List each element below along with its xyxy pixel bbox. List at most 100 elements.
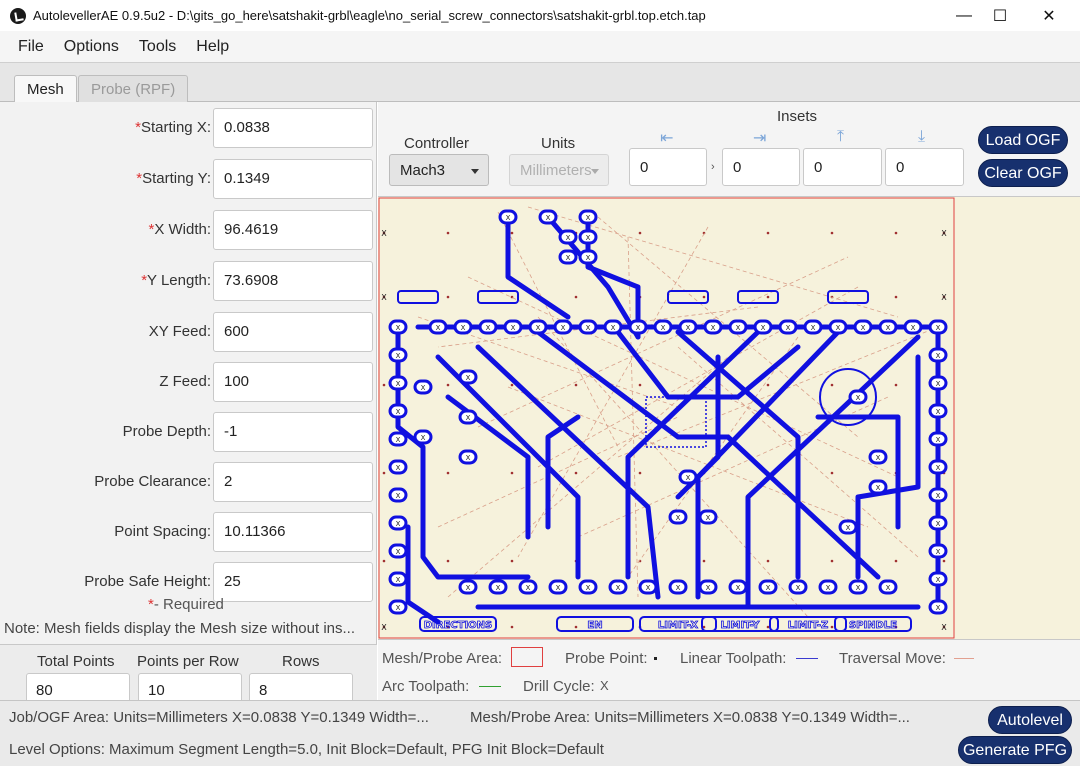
drill-mark: X xyxy=(646,584,651,592)
header-label-outline xyxy=(667,290,709,304)
inset-right-field[interactable]: 0 xyxy=(722,148,800,186)
drill-mark: X xyxy=(566,234,571,242)
drill-mark: X xyxy=(736,324,741,332)
inset-bottom-arrow-icon: ⤓ xyxy=(918,128,926,145)
inset-top-arrow-icon: ⤒ xyxy=(837,128,845,145)
clear-ogf-button[interactable]: Clear OGF xyxy=(978,159,1068,187)
probe-point xyxy=(830,625,834,629)
probe-point xyxy=(446,383,450,387)
mesh-field-input[interactable]: 600 xyxy=(213,312,373,352)
probe-point xyxy=(446,295,450,299)
drill-mark: X xyxy=(911,324,916,332)
linear-toolpath xyxy=(745,334,921,610)
inset-bottom-field[interactable]: 0 xyxy=(885,148,964,186)
drill-mark: X xyxy=(836,324,841,332)
drill-mark: X xyxy=(396,492,401,500)
drill-mark: X xyxy=(511,324,516,332)
mesh-field-label-text: X Width: xyxy=(154,221,211,238)
mesh-field-label-text: Starting X: xyxy=(140,119,211,136)
header-label-outline xyxy=(737,290,779,304)
drill-mark: X xyxy=(396,380,401,388)
inset-right-arrow-icon: ⇥ xyxy=(753,130,767,147)
inset-top-field[interactable]: 0 xyxy=(803,148,882,186)
probe-point xyxy=(638,231,642,235)
total-points-field[interactable]: 80 xyxy=(26,673,130,703)
mesh-field-row: Probe Depth: -1 xyxy=(0,412,377,452)
arc-toolpath-swatch xyxy=(479,686,501,687)
probe-point xyxy=(766,383,770,387)
linear-toolpath xyxy=(855,354,921,580)
app-logo-icon xyxy=(10,7,26,24)
mesh-field-input[interactable]: 100 xyxy=(213,362,373,402)
units-value: Millimeters xyxy=(520,162,592,179)
close-button[interactable]: ✕ xyxy=(1026,0,1072,31)
drill-mark: X xyxy=(586,234,591,242)
mesh-area-status: Mesh/Probe Area: Units=Millimeters X=0.0… xyxy=(470,709,910,726)
inset-left-field[interactable]: 0 xyxy=(629,148,707,186)
probe-point xyxy=(766,559,770,563)
mesh-field-input[interactable]: -1 xyxy=(213,412,373,452)
drill-mark: X xyxy=(676,584,681,592)
toolpath-preview[interactable]: X X X X X X X X X X X X X X X X X X X X X X X X X X X X X X X X X X X X X X X X… xyxy=(378,196,1080,640)
mesh-note: Note: Mesh fields display the Mesh size … xyxy=(4,620,355,637)
menu-file[interactable]: File xyxy=(18,38,44,56)
linear-toolpath xyxy=(475,344,661,600)
required-note: *- Required xyxy=(148,596,224,613)
controller-select[interactable]: Mach3 xyxy=(389,154,489,186)
drill-mark: X xyxy=(861,324,866,332)
mesh-field-label: Point Spacing: xyxy=(114,523,211,540)
points-per-row-field[interactable]: 10 xyxy=(138,673,242,703)
drill-mark: X xyxy=(936,604,941,612)
drill-mark: X xyxy=(876,454,881,462)
menu-options[interactable]: Options xyxy=(64,38,119,56)
drill-mark: X xyxy=(561,324,566,332)
inset-expander-icon[interactable]: › xyxy=(711,161,715,173)
drill-mark: X xyxy=(936,380,941,388)
probe-point xyxy=(382,471,386,475)
mesh-field-input[interactable]: 96.4619 xyxy=(213,210,373,250)
rows-field[interactable]: 8 xyxy=(249,673,353,703)
menu-help[interactable]: Help xyxy=(196,38,229,56)
generate-pfg-button[interactable]: Generate PFG xyxy=(958,736,1072,764)
drill-mark: X xyxy=(811,324,816,332)
probe-point xyxy=(894,559,898,563)
traversal-move-swatch xyxy=(954,658,974,659)
insets-label: Insets xyxy=(777,108,818,125)
drill-mark: X xyxy=(611,324,616,332)
drill-mark: X xyxy=(846,524,851,532)
mesh-field-input[interactable]: 2 xyxy=(213,462,373,502)
legend-traversal-move-label: Traversal Move: xyxy=(839,650,946,667)
load-ogf-button[interactable]: Load OGF xyxy=(978,126,1068,154)
probe-point xyxy=(702,625,706,629)
probe-point xyxy=(574,471,578,475)
rows-label: Rows xyxy=(282,653,320,670)
probe-point xyxy=(766,295,770,299)
mesh-area-swatch xyxy=(511,647,543,667)
mesh-field-input[interactable]: 73.6908 xyxy=(213,261,373,301)
mesh-field-label: Probe Clearance: xyxy=(94,473,211,490)
drill-mark: X xyxy=(936,352,941,360)
maximize-button[interactable]: ☐ xyxy=(977,0,1023,31)
drill-mark: X xyxy=(526,584,531,592)
mesh-field-label: Z Feed: xyxy=(159,373,211,390)
mesh-field-row: *X Width: 96.4619 xyxy=(0,210,377,250)
drill-mark: X xyxy=(736,584,741,592)
autolevel-button[interactable]: Autolevel xyxy=(988,706,1072,734)
drill-mark: X xyxy=(936,408,941,416)
tab-mesh[interactable]: Mesh xyxy=(14,75,77,104)
mesh-field-input[interactable]: 10.11366 xyxy=(213,512,373,552)
probe-point xyxy=(894,383,898,387)
units-select[interactable]: Millimeters xyxy=(509,154,609,186)
probe-point xyxy=(446,559,450,563)
mesh-field-input[interactable]: 0.1349 xyxy=(213,159,373,199)
probe-point xyxy=(942,559,946,563)
mesh-field-input[interactable]: 0.0838 xyxy=(213,108,373,148)
mesh-field-input[interactable]: 25 xyxy=(213,562,373,602)
probe-point xyxy=(766,231,770,235)
legend-mesh-area-label: Mesh/Probe Area: xyxy=(382,650,503,667)
drill-mark: X xyxy=(936,436,941,444)
tab-probe-rpf[interactable]: Probe (RPF) xyxy=(78,75,189,103)
level-options-status: Level Options: Maximum Segment Length=5.… xyxy=(9,741,604,758)
menu-tools[interactable]: Tools xyxy=(139,38,176,56)
corner-drill-mark: X xyxy=(941,229,947,238)
